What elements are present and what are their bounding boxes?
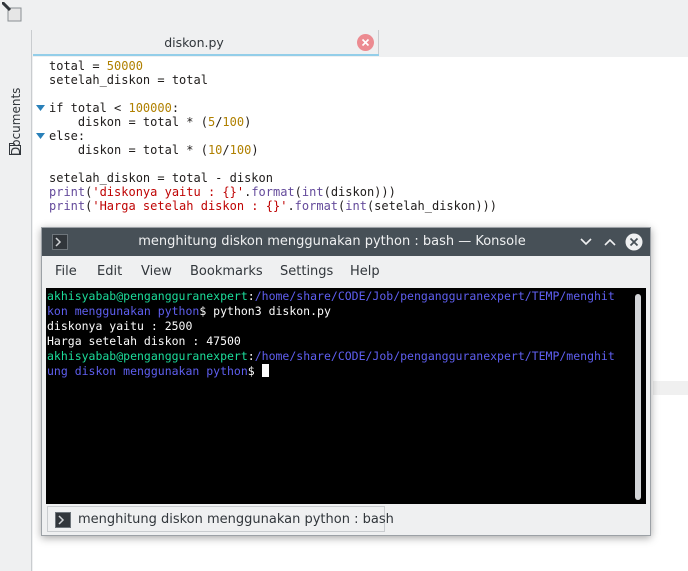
terminal-token: akhisyabab@pengangguranexpert [47,289,248,303]
code-token: ( [294,185,302,199]
code-token: setelah_diskon = total - diskon [49,171,273,185]
terminal-cursor [261,364,269,377]
window-title: menghitung diskon menggunakan python : b… [138,234,526,249]
code-token: format [251,185,295,199]
terminal-token: ung diskon menggunakan python [47,364,248,378]
editor-tab-bar: diskon.py [33,30,688,56]
tab-active-indicator [33,54,379,56]
code-content[interactable]: total = 50000 setelah_diskon = total if t… [49,59,497,213]
terminal-app-icon[interactable] [52,234,68,250]
code-line[interactable]: diskon = total * (5/100) [49,115,497,129]
code-token: print [49,185,86,199]
code-token: : [171,101,180,115]
terminal-token: /home/share/CODE/Job/pengangguranexpert/… [254,349,615,363]
code-token: diskon = total * ( [49,143,208,157]
code-token: 50000 [106,59,143,73]
menu-help[interactable]: Help [350,264,380,279]
code-token: 100 [222,115,245,129]
terminal-token: kon menggunakan python [47,304,200,318]
maximize-icon[interactable] [601,233,619,251]
fold-arrow-icon[interactable] [36,104,45,113]
code-token: setelah_diskon = total [49,73,208,87]
menu-bar: File Edit View Bookmarks Settings Help [42,256,650,286]
code-token: if total < [49,101,129,115]
code-token: int [301,185,324,199]
fold-arrow-icon[interactable] [36,132,45,141]
terminal-token: : [247,349,255,363]
code-token: diskon = total * ( [49,115,208,129]
code-line[interactable]: else: [49,129,497,143]
menu-view[interactable]: View [141,264,172,279]
code-token: / [222,143,230,157]
code-line[interactable]: print('Harga setelah diskon : {}'.format… [49,199,497,213]
konsole-window: menghitung diskon menggunakan python : b… [41,227,651,536]
terminal-session-icon [55,512,71,528]
close-icon [361,38,370,47]
terminal-view[interactable]: akhisyabab@pengangguranexpert:/home/shar… [46,288,646,504]
code-token: total = [49,59,107,73]
terminal-token: $ [247,364,262,378]
desktop: Documents diskon.py total = 50000 setelah… [0,0,688,571]
terminal-output[interactable]: akhisyabab@pengangguranexpert:/home/shar… [47,289,615,379]
close-window-icon[interactable] [625,233,643,251]
code-token: 100 [229,143,252,157]
terminal-scrollbar[interactable] [635,294,641,500]
side-panel: Documents [0,30,32,571]
menu-settings[interactable]: Settings [280,264,333,279]
terminal-token: Harga setelah diskon : 47500 [47,334,241,348]
code-token: . [287,199,295,213]
code-token: else: [49,129,86,143]
code-token: 'Harga setelah diskon : {}' [92,199,288,213]
code-token: ) [251,143,259,157]
code-token: format [294,199,339,213]
session-tab-label: menghitung diskon menggunakan python : b… [78,512,394,527]
terminal-token: /home/share/CODE/Job/pengangguranexpert/… [254,289,615,303]
minimize-icon[interactable] [577,233,595,251]
code-token: (diskon))) [323,185,396,199]
code-line[interactable]: setelah_diskon = total - diskon [49,171,497,185]
terminal-token: : [247,289,255,303]
code-token: 10 [207,143,223,157]
menu-file[interactable]: File [55,264,77,279]
tab-diskon-py[interactable]: diskon.py [33,30,379,56]
terminal-line: akhisyabab@pengangguranexpert:/home/shar… [47,349,615,364]
konsole-titlebar[interactable]: menghitung diskon menggunakan python : b… [42,228,650,256]
code-line[interactable]: if total < 100000: [49,101,497,115]
terminal-token: diskonya yaitu : 2500 [47,319,193,333]
code-line[interactable] [49,157,497,171]
code-token: 'diskonya yaitu : {}' [92,185,245,199]
editor-top-strip [0,0,688,30]
code-token: print [49,199,86,213]
tab-title: diskon.py [164,35,224,50]
document-icon[interactable] [2,2,22,22]
menu-bookmarks[interactable]: Bookmarks [190,264,263,279]
code-line[interactable] [49,87,497,101]
folder-document-icon[interactable] [8,142,22,156]
terminal-line: ung diskon menggunakan python$ [47,364,615,379]
editor-current-line-hint [653,381,688,395]
code-line[interactable]: total = 50000 [49,59,497,73]
code-line[interactable]: diskon = total * (10/100) [49,143,497,157]
code-line[interactable]: setelah_diskon = total [49,73,497,87]
terminal-token: $ python3 diskon.py [199,304,331,318]
session-tab[interactable]: menghitung diskon menggunakan python : b… [47,506,394,532]
terminal-line: diskonya yaitu : 2500 [47,319,615,334]
code-token: int [345,199,367,213]
code-line[interactable]: print('diskonya yaitu : {}'.format(int(d… [49,185,497,199]
terminal-token: akhisyabab@pengangguranexpert [47,349,248,363]
close-tab-button[interactable] [357,34,374,51]
code-token: 100000 [128,101,172,115]
menu-edit[interactable]: Edit [97,264,122,279]
terminal-line: Harga setelah diskon : 47500 [47,334,615,349]
code-token: ) [244,115,252,129]
terminal-line: kon menggunakan python$ python3 diskon.p… [47,304,615,319]
code-token: (setelah_diskon))) [366,199,497,213]
terminal-line: akhisyabab@pengangguranexpert:/home/shar… [47,289,615,304]
